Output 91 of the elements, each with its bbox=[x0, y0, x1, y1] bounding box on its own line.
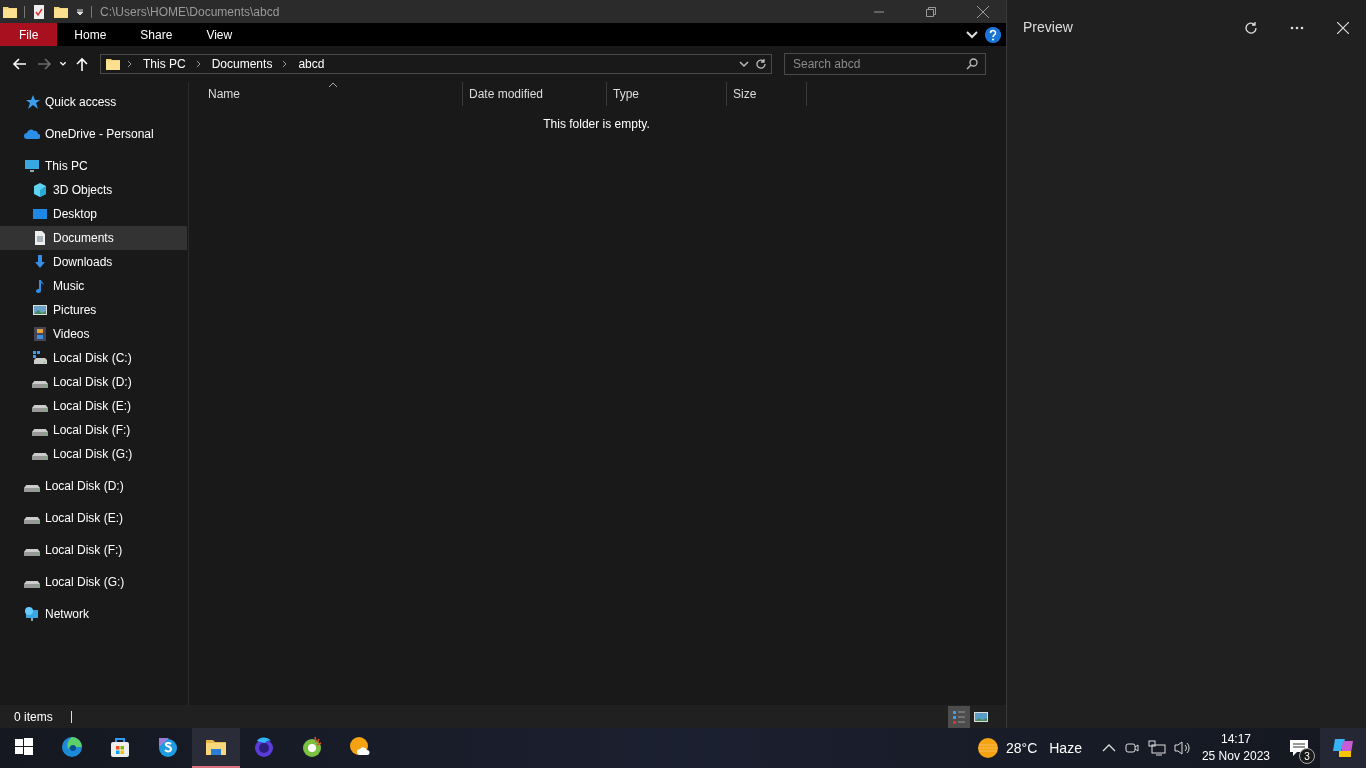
document-icon bbox=[32, 230, 48, 246]
picture-icon bbox=[32, 302, 48, 318]
picture-thumbnail-icon bbox=[974, 711, 988, 722]
nav-item[interactable]: Local Disk (G:) bbox=[0, 570, 187, 594]
customize-caret-icon[interactable] bbox=[75, 6, 85, 17]
nav-item[interactable]: Downloads bbox=[0, 250, 187, 274]
breadcrumb[interactable]: Documents bbox=[207, 57, 277, 71]
download-icon bbox=[32, 254, 48, 270]
nav-item[interactable]: Local Disk (G:) bbox=[0, 442, 187, 466]
speaker-icon[interactable] bbox=[1173, 740, 1192, 756]
nav-item[interactable]: Local Disk (D:) bbox=[0, 474, 187, 498]
network-icon bbox=[24, 606, 40, 622]
chevron-icon bbox=[127, 60, 133, 68]
nav-item[interactable]: Local Disk (E:) bbox=[0, 394, 187, 418]
star-icon bbox=[24, 94, 40, 110]
dropdown-caret-icon[interactable] bbox=[739, 60, 749, 68]
empty-folder-message: This folder is empty. bbox=[543, 117, 650, 131]
column-header[interactable]: Name bbox=[189, 82, 463, 106]
fox-browser-icon bbox=[252, 735, 276, 759]
nav-item[interactable]: Desktop bbox=[0, 202, 187, 226]
chevron-up-icon[interactable] bbox=[1101, 743, 1116, 753]
nav-item[interactable]: Pictures bbox=[0, 298, 187, 322]
chat-app-icon bbox=[156, 735, 180, 759]
film-icon bbox=[32, 326, 48, 342]
nav-item[interactable]: Quick access bbox=[0, 90, 187, 114]
store-bag-icon bbox=[108, 735, 132, 759]
cube-icon bbox=[32, 182, 48, 198]
breadcrumb[interactable]: abcd bbox=[294, 57, 329, 71]
drive-icon bbox=[32, 381, 48, 388]
chevron-icon bbox=[282, 60, 289, 68]
nav-item[interactable]: Local Disk (F:) bbox=[0, 418, 187, 442]
chevron-icon bbox=[195, 60, 202, 68]
details-view-button[interactable] bbox=[948, 705, 970, 728]
taskbar-app[interactable] bbox=[192, 728, 240, 768]
drive-icon bbox=[24, 517, 40, 524]
up-arrow-icon[interactable] bbox=[74, 56, 90, 72]
weather-condition[interactable]: Haze bbox=[1049, 740, 1082, 756]
drive-icon bbox=[24, 549, 40, 556]
expand-ribbon-icon[interactable] bbox=[966, 30, 978, 39]
search-field[interactable]: Search abcd bbox=[784, 53, 986, 75]
ring-app-icon bbox=[300, 735, 324, 759]
restore-icon[interactable] bbox=[926, 6, 936, 17]
details-list-icon bbox=[951, 708, 967, 725]
back-arrow-icon[interactable] bbox=[12, 56, 28, 72]
column-header[interactable]: Size bbox=[727, 82, 807, 106]
desktop-icon bbox=[32, 206, 48, 222]
nav-item[interactable]: Local Disk (E:) bbox=[0, 506, 187, 530]
assistant-icon[interactable] bbox=[1331, 737, 1355, 759]
search-icon bbox=[966, 58, 978, 70]
drive-icon bbox=[32, 453, 48, 460]
nav-item[interactable]: OneDrive - Personal bbox=[0, 122, 187, 146]
item-count: 0 items bbox=[14, 709, 53, 724]
drive-icon bbox=[32, 429, 48, 436]
ribbon-tab[interactable]: View bbox=[189, 23, 250, 46]
computer-icon bbox=[24, 158, 40, 174]
breadcrumb[interactable]: This PC bbox=[139, 57, 190, 71]
system-drive-icon bbox=[32, 350, 48, 366]
network-icon[interactable] bbox=[1147, 740, 1166, 756]
browser-icon bbox=[60, 735, 84, 759]
more-options-icon[interactable] bbox=[1290, 26, 1304, 30]
notification-count: 3 bbox=[1299, 748, 1315, 764]
ribbon-tab[interactable]: Home bbox=[57, 23, 124, 46]
window-title: C:\Users\HOME\Documents\abcd bbox=[100, 4, 281, 19]
folder-icon bbox=[105, 56, 121, 72]
drive-icon bbox=[24, 581, 40, 588]
refresh-icon[interactable] bbox=[755, 58, 767, 70]
preview-title: Preview bbox=[1023, 19, 1074, 35]
nav-item[interactable]: Videos bbox=[0, 322, 187, 346]
refresh-icon[interactable] bbox=[1244, 21, 1258, 35]
properties-icon[interactable] bbox=[31, 3, 47, 20]
address-bar[interactable]: This PC Documents abcd bbox=[100, 54, 772, 74]
nav-item[interactable]: Local Disk (D:) bbox=[0, 370, 187, 394]
ribbon-tab[interactable]: Share bbox=[123, 23, 190, 46]
close-icon[interactable] bbox=[977, 5, 989, 18]
nav-item[interactable]: Local Disk (F:) bbox=[0, 538, 187, 562]
nav-item[interactable]: Local Disk (C:) bbox=[0, 346, 187, 370]
camera-icon[interactable] bbox=[1123, 740, 1140, 756]
clock[interactable]: 14:17 25 Nov 2023 bbox=[1201, 731, 1270, 765]
file-menu-button[interactable]: File bbox=[0, 23, 58, 46]
drive-icon bbox=[32, 405, 48, 412]
nav-item[interactable]: This PC bbox=[0, 154, 187, 178]
column-header[interactable]: Type bbox=[607, 82, 727, 106]
column-header[interactable]: Date modified bbox=[463, 82, 607, 106]
temperature[interactable]: 28°C bbox=[1005, 740, 1038, 756]
drive-icon bbox=[24, 485, 40, 492]
nav-item[interactable]: Documents bbox=[0, 226, 187, 250]
nav-item[interactable]: Network bbox=[0, 602, 187, 626]
help-icon[interactable] bbox=[985, 26, 1001, 43]
nav-item[interactable]: Music bbox=[0, 274, 187, 298]
nav-item[interactable]: 3D Objects bbox=[0, 178, 187, 202]
weather-icon[interactable] bbox=[975, 736, 1000, 760]
